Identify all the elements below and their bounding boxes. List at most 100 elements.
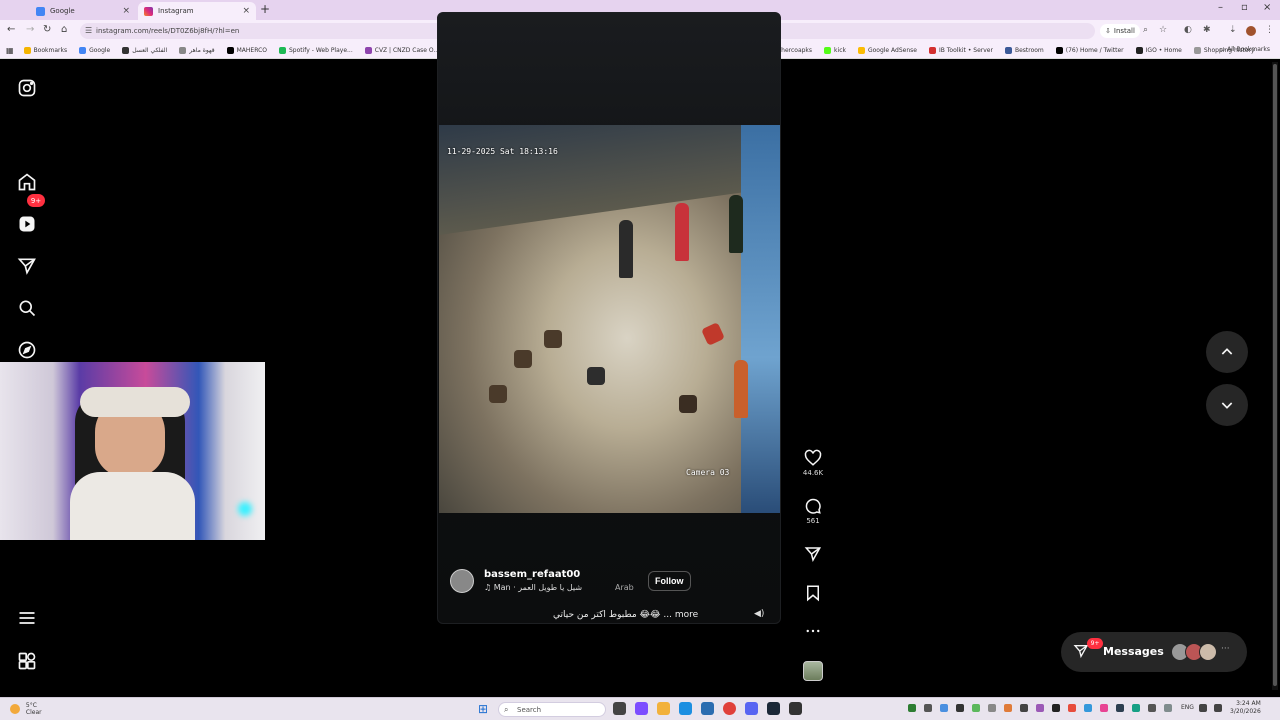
edge-icon[interactable] — [679, 702, 692, 715]
install-app-button[interactable]: ⇩ Install — [1100, 24, 1140, 38]
tray-icon[interactable] — [956, 704, 964, 712]
site-info-icon[interactable]: ☰ — [85, 26, 92, 35]
tray-icon[interactable] — [1132, 704, 1140, 712]
tray-icon[interactable] — [1020, 704, 1028, 712]
messages-send-icon[interactable] — [17, 256, 37, 276]
volume-icon[interactable]: ◀) — [754, 609, 764, 619]
instagram-logo-icon[interactable] — [17, 78, 37, 98]
tab-google[interactable]: Google × — [30, 2, 136, 20]
reel-audio[interactable]: ♫ Man · شيل يا طويل العمر — [484, 583, 582, 592]
video-blue-wall — [741, 125, 780, 513]
copilot-icon[interactable] — [635, 702, 648, 715]
bookmark-item[interactable]: CVZ | CNZD Case O... — [364, 46, 439, 54]
input-language[interactable]: ENG — [1181, 704, 1194, 711]
original-audio-thumbnail[interactable] — [803, 661, 823, 681]
bookmark-item[interactable]: Bookmarks — [23, 46, 67, 54]
tab-instagram[interactable]: Instagram × — [138, 2, 256, 20]
tray-icon[interactable] — [1052, 704, 1060, 712]
home-icon[interactable]: ⌂ — [61, 24, 67, 35]
forward-icon[interactable]: → — [26, 24, 34, 35]
bookmark-item[interactable]: IB Toolkit • Server — [928, 46, 993, 54]
tray-icon[interactable] — [1084, 704, 1092, 712]
author-avatar[interactable] — [450, 569, 474, 593]
author-username[interactable]: bassem_refaat00 — [484, 569, 580, 580]
tray-icon[interactable] — [908, 704, 916, 712]
task-view-icon[interactable] — [613, 702, 626, 715]
bookmark-item[interactable]: Spotify - Web Playe... — [278, 46, 353, 54]
back-icon[interactable]: ← — [7, 24, 15, 35]
extension-icon[interactable]: ◐ — [1184, 25, 1192, 35]
weather-widget[interactable]: 5°C Clear — [10, 702, 42, 716]
store-icon[interactable] — [701, 702, 714, 715]
menu-dots-icon[interactable]: ⋮ — [1265, 25, 1274, 35]
start-windows-icon[interactable]: ⊞ — [478, 702, 488, 716]
bookmark-item[interactable]: الفلكي العسل — [122, 46, 167, 54]
tray-icon[interactable] — [972, 704, 980, 712]
tray-icon[interactable] — [988, 704, 996, 712]
maximize-icon[interactable]: ▫ — [1241, 2, 1248, 13]
explore-compass-icon[interactable] — [17, 340, 37, 360]
comment-button[interactable]: 561 — [803, 497, 823, 525]
bookmark-item[interactable]: Bestroom — [1004, 46, 1044, 54]
all-bookmarks-label: All Bookmarks — [1227, 46, 1270, 53]
home-icon[interactable] — [17, 172, 37, 192]
bookmark-label: Google AdSense — [867, 46, 917, 54]
app-icon[interactable] — [789, 702, 802, 715]
menu-hamburger-icon[interactable] — [17, 608, 37, 628]
tray-icon[interactable] — [940, 704, 948, 712]
reel-author-row: bassem_refaat00 ♫ Man · شيل يا طويل العم… — [450, 569, 770, 599]
profile-avatar[interactable] — [1246, 26, 1256, 36]
reel-caption[interactable]: مطبوط اكتر من حياتي 😂😂 ... more — [553, 610, 698, 620]
file-explorer-icon[interactable] — [657, 702, 670, 715]
wifi-icon[interactable] — [1199, 704, 1207, 712]
close-tab-icon[interactable]: × — [242, 6, 250, 16]
reels-icon[interactable] — [17, 214, 37, 234]
close-tab-icon[interactable]: × — [122, 6, 130, 16]
tray-icon[interactable] — [1148, 704, 1156, 712]
messages-button[interactable]: 9+ Messages ··· — [1061, 632, 1247, 672]
tray-icon[interactable] — [1116, 704, 1124, 712]
bookmark-item[interactable]: (76) Home / Twitter — [1055, 46, 1124, 54]
taskbar-search[interactable]: ⌕ Search — [498, 702, 606, 717]
more-options-button[interactable] — [803, 622, 823, 640]
tray-icon[interactable] — [924, 704, 932, 712]
system-clock[interactable]: 3:24 AM 3/20/2026 — [1230, 700, 1261, 716]
also-from-meta-icon[interactable] — [17, 651, 37, 671]
new-tab-button[interactable]: + — [260, 2, 270, 16]
scrollbar-thumb[interactable] — [1273, 64, 1277, 686]
bookmark-item[interactable]: Google AdSense — [857, 46, 917, 54]
bookmark-item[interactable]: MAHERCO — [226, 46, 267, 54]
zoom-icon[interactable]: ⌕ — [1143, 25, 1148, 35]
bookmark-item[interactable]: قهوة ماهر — [179, 46, 215, 54]
chrome-icon[interactable] — [723, 702, 736, 715]
reel-video[interactable]: 11-29-2025 Sat 18:13:16 Camera 03 — [439, 125, 780, 513]
follow-button[interactable]: Follow — [648, 571, 691, 591]
chevron-up-icon[interactable] — [1164, 704, 1172, 712]
previous-reel-button[interactable] — [1206, 331, 1248, 373]
apps-grid-icon[interactable]: ▦ — [6, 46, 14, 55]
tray-icon[interactable] — [1068, 704, 1076, 712]
bookmark-label: IB Toolkit • Server — [938, 46, 993, 54]
search-icon[interactable] — [17, 298, 37, 318]
all-bookmarks-button[interactable]: ▭ All Bookmarks — [1220, 46, 1270, 53]
steam-icon[interactable] — [767, 702, 780, 715]
discord-icon[interactable] — [745, 702, 758, 715]
tray-icon[interactable] — [1036, 704, 1044, 712]
minimize-icon[interactable]: – — [1218, 2, 1223, 13]
tray-icon[interactable] — [1004, 704, 1012, 712]
bookmark-item[interactable]: IGO • Home — [1135, 46, 1182, 54]
download-icon[interactable]: ⇣ — [1229, 25, 1237, 35]
bookmark-star-icon[interactable]: ☆ — [1159, 25, 1167, 35]
next-reel-button[interactable] — [1206, 384, 1248, 426]
share-button[interactable] — [803, 545, 823, 563]
close-window-icon[interactable]: × — [1263, 2, 1271, 13]
save-button[interactable] — [803, 584, 823, 602]
tray-icon[interactable] — [1100, 704, 1108, 712]
reload-icon[interactable]: ↻ — [43, 24, 51, 35]
bookmark-item[interactable]: kick — [824, 46, 846, 54]
like-button[interactable]: 44.6K — [803, 449, 823, 477]
volume-icon[interactable] — [1214, 704, 1222, 712]
extensions-puzzle-icon[interactable]: ✱ — [1203, 25, 1211, 35]
taskbar-search-placeholder: Search — [517, 705, 542, 714]
bookmark-item[interactable]: Google — [79, 46, 110, 54]
